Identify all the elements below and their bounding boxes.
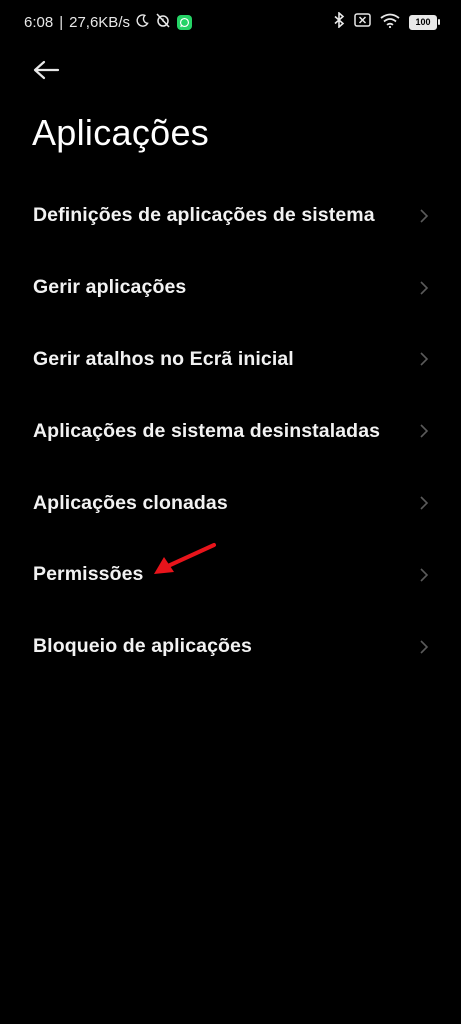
- no-sim-icon: [354, 13, 371, 31]
- menu-item-label: Definições de aplicações de sistema: [33, 204, 375, 227]
- menu-item-label: Aplicações de sistema desinstaladas: [33, 419, 381, 442]
- menu-item-label: Bloqueio de aplicações: [33, 635, 252, 658]
- status-time: 6:08: [24, 13, 54, 31]
- back-button[interactable]: [30, 54, 62, 86]
- menu-item-label: Gerir atalhos no Ecrã inicial: [33, 347, 294, 370]
- menu-item-cloned-apps[interactable]: Aplicações clonadas: [0, 467, 461, 539]
- menu-item-permissions[interactable]: Permissões: [0, 539, 461, 611]
- menu-item-label: Aplicações clonadas: [33, 491, 228, 514]
- menu-item-manage-apps[interactable]: Gerir aplicações: [0, 252, 461, 324]
- chevron-right-icon: [419, 567, 429, 583]
- settings-menu-list: Definições de aplicações de sistema Geri…: [0, 180, 461, 683]
- whatsapp-icon: [176, 14, 192, 30]
- menu-item-uninstalled-system-apps[interactable]: Aplicações de sistema desinstaladas: [0, 395, 461, 467]
- menu-item-label: Permissões: [33, 563, 144, 586]
- arrow-left-icon: [33, 60, 60, 80]
- bluetooth-icon: [333, 11, 345, 32]
- status-separator: |: [59, 13, 64, 31]
- status-right: 100: [333, 11, 440, 32]
- battery-icon: 100: [409, 14, 440, 30]
- alarm-off-icon: [155, 12, 171, 32]
- menu-item-home-shortcuts[interactable]: Gerir atalhos no Ecrã inicial: [0, 324, 461, 396]
- chevron-right-icon: [419, 495, 429, 511]
- chevron-right-icon: [419, 208, 429, 224]
- wifi-icon: [380, 13, 400, 32]
- chevron-right-icon: [419, 280, 429, 296]
- chevron-right-icon: [419, 351, 429, 367]
- status-bar: 6:08 | 27,6KB/s 100: [0, 0, 461, 44]
- network-speed: 27,6KB/s: [69, 13, 130, 31]
- menu-item-app-lock[interactable]: Bloqueio de aplicações: [0, 611, 461, 683]
- red-arrow-annotation-icon: [154, 543, 216, 574]
- menu-item-system-app-settings[interactable]: Definições de aplicações de sistema: [0, 180, 461, 252]
- moon-icon: [136, 13, 149, 31]
- status-left: 6:08 | 27,6KB/s: [24, 12, 192, 32]
- chevron-right-icon: [419, 639, 429, 655]
- chevron-right-icon: [419, 423, 429, 439]
- menu-item-label: Gerir aplicações: [33, 276, 187, 299]
- page-title: Aplicações: [32, 112, 210, 153]
